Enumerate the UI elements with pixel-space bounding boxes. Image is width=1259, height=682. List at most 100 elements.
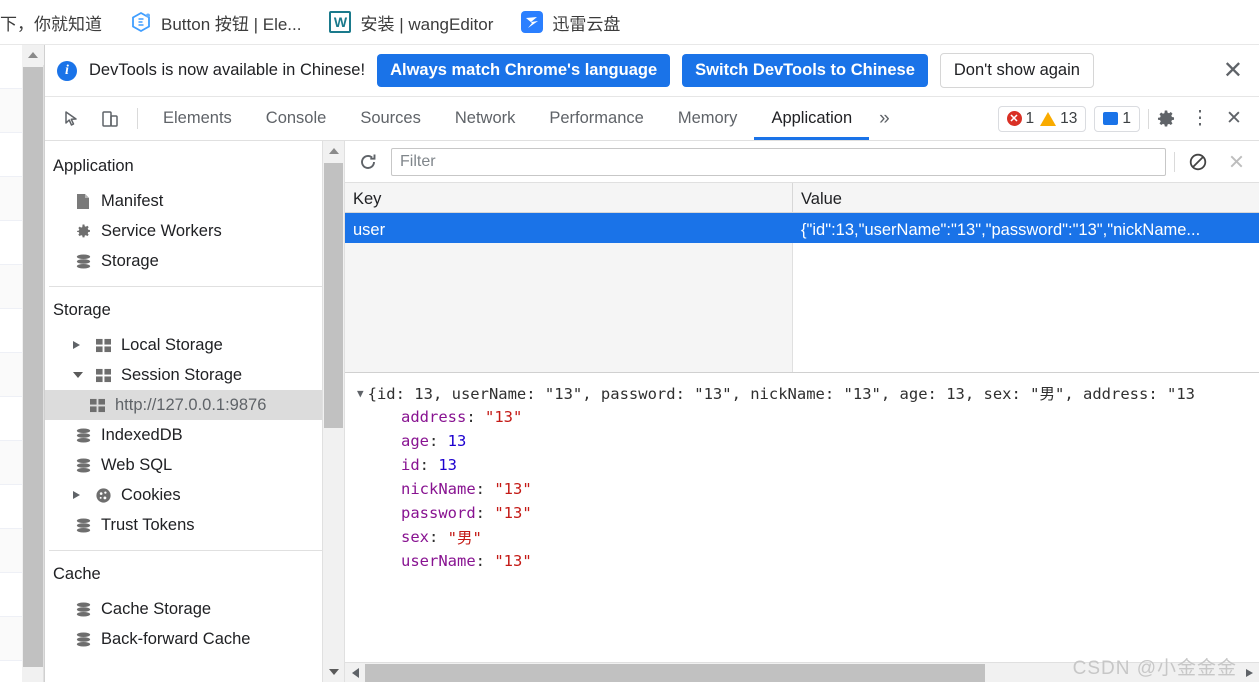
preview-property-row[interactable]: id: 13 [357,453,1259,477]
tab-performance[interactable]: Performance [532,97,660,140]
preview-property-row[interactable]: nickName: "13" [357,477,1259,501]
error-icon: ✕ [1006,111,1022,126]
page-scrollbar-thumb[interactable] [23,67,43,667]
delete-selected-icon[interactable] [1221,147,1251,177]
kebab-menu-icon[interactable]: ⋮ [1183,107,1217,130]
column-header-value[interactable]: Value [793,183,1259,212]
background-row [0,661,22,682]
property-value: "13" [485,408,523,426]
message-icon [1103,112,1119,125]
warning-count: 13 [1060,109,1078,127]
sidebar-section-cache-title: Cache [53,565,101,583]
dont-show-again-button[interactable]: Don't show again [939,53,1094,88]
background-row [0,397,22,441]
cell-key[interactable]: user [345,213,793,243]
device-toolbar-icon[interactable] [91,97,129,140]
close-icon[interactable]: ✕ [1221,58,1245,83]
issues-badge-group[interactable]: ✕ 1 13 [997,105,1087,132]
sidebar-item-local-storage[interactable]: Local Storage [45,330,322,360]
preview-property-row[interactable]: sex: "男" [357,525,1259,549]
message-badge[interactable]: 1 [1103,110,1131,128]
triangle-down-icon[interactable]: ▼ [357,387,364,400]
sidebar-vertical-scrollbar[interactable] [323,141,345,682]
switch-to-chinese-button[interactable]: Switch DevTools to Chinese [682,54,928,87]
sidebar-item-label: Manifest [101,191,164,210]
sidebar-item-storage[interactable]: Storage [45,246,322,276]
sidebar-item-manifest[interactable]: Manifest [45,186,322,216]
property-key: nickName [401,480,476,498]
preview-property-row[interactable]: address: "13" [357,405,1259,429]
property-value: 13 [447,432,467,450]
database-icon [73,457,93,474]
sidebar-divider [49,550,322,551]
sidebar-item-cookies[interactable]: Cookies [45,480,322,510]
gear-icon[interactable] [1149,109,1183,129]
scroll-up-arrow-icon[interactable] [323,141,344,161]
scroll-right-arrow-icon[interactable] [1239,668,1259,677]
background-row [0,133,22,177]
chevron-right-icon[interactable] [73,341,85,349]
tab-application[interactable]: Application [754,97,869,140]
sidebar-scrollbar-thumb[interactable] [324,163,343,428]
sidebar-item-back-forward-cache[interactable]: Back-forward Cache [45,624,322,654]
devtools-tab-list: Elements Console Sources Network Perform… [146,97,869,140]
sidebar-section-application-title: Application [53,157,134,175]
chevron-double-right-icon[interactable]: » [869,97,900,140]
sidebar-item-session-storage[interactable]: Session Storage [45,360,322,390]
tab-console[interactable]: Console [249,97,344,140]
horizontal-scrollbar-thumb[interactable] [365,664,985,682]
error-badge[interactable]: ✕ 1 [1006,109,1035,128]
chevron-right-icon[interactable] [73,491,85,499]
table-row[interactable]: user {"id":13,"userName":"13","password"… [345,213,1259,243]
tab-memory[interactable]: Memory [661,97,755,140]
scroll-up-arrow-icon[interactable] [22,45,44,65]
storage-data-grid: Key Value user {"id":13,"userName":"13",… [345,183,1259,373]
browser-tab[interactable]: 迅雷云盘 [507,0,634,45]
scroll-down-arrow-icon[interactable] [323,662,344,682]
always-match-language-button[interactable]: Always match Chrome's language [377,54,671,87]
tab-sources[interactable]: Sources [343,97,438,140]
error-count: 1 [1025,109,1035,127]
sidebar-item-service-workers[interactable]: Service Workers [45,216,322,246]
toolbar-divider [1174,151,1175,172]
sidebar-item-cache-storage[interactable]: Cache Storage [45,594,322,624]
inspect-element-icon[interactable] [53,97,91,140]
browser-tab[interactable]: W 安装 | wangEditor [315,0,507,45]
clear-all-icon[interactable] [1183,147,1213,177]
tab-network[interactable]: Network [438,97,533,140]
property-key: userName [401,552,476,570]
sidebar-item-label: Storage [101,251,159,270]
scroll-left-arrow-icon[interactable] [345,667,365,678]
sidebar-item-web-sql[interactable]: Web SQL [45,450,322,480]
tab-elements[interactable]: Elements [146,97,249,140]
property-value: 13 [438,456,458,474]
background-row [0,485,22,529]
preview-summary-line[interactable]: ▼ {id: 13, userName: "13", password: "13… [357,381,1259,405]
column-header-key[interactable]: Key [345,183,793,212]
screenshot-root: 下，你就知道 Button 按钮 | Ele... W 安装 | wangEdi… [0,0,1259,682]
sidebar-item-label: Web SQL [101,455,173,474]
search-input[interactable] [391,147,1166,176]
sidebar-item-label: Trust Tokens [101,515,195,534]
close-icon[interactable]: ✕ [1217,107,1251,130]
preview-property-row[interactable]: password: "13" [357,501,1259,525]
preview-horizontal-scrollbar[interactable] [345,662,1259,682]
sidebar-item-trust-tokens[interactable]: Trust Tokens [45,510,322,540]
browser-tab[interactable]: 下，你就知道 [0,0,116,45]
messages-badge-group[interactable]: 1 [1094,105,1140,132]
sidebar-item-session-origin[interactable]: http://127.0.0.1:9876 [45,390,322,420]
warning-badge[interactable]: 13 [1040,110,1077,128]
empty-value-column [793,243,1259,372]
cell-value[interactable]: {"id":13,"userName":"13","password":"13"… [793,213,1259,243]
toolbar-divider [137,108,138,129]
chevron-down-icon[interactable] [73,372,85,378]
sidebar-item-indexeddb[interactable]: IndexedDB [45,420,322,450]
refresh-icon[interactable] [353,147,383,177]
preview-property-row[interactable]: age: 13 [357,429,1259,453]
property-key: sex [401,528,429,546]
sidebar-item-label: http://127.0.0.1:9876 [115,395,267,414]
preview-property-row[interactable]: userName: "13" [357,549,1259,573]
page-vertical-scrollbar[interactable] [22,45,44,682]
notification-message: DevTools is now available in Chinese! [89,61,366,79]
browser-tab[interactable]: Button 按钮 | Ele... [116,0,315,45]
